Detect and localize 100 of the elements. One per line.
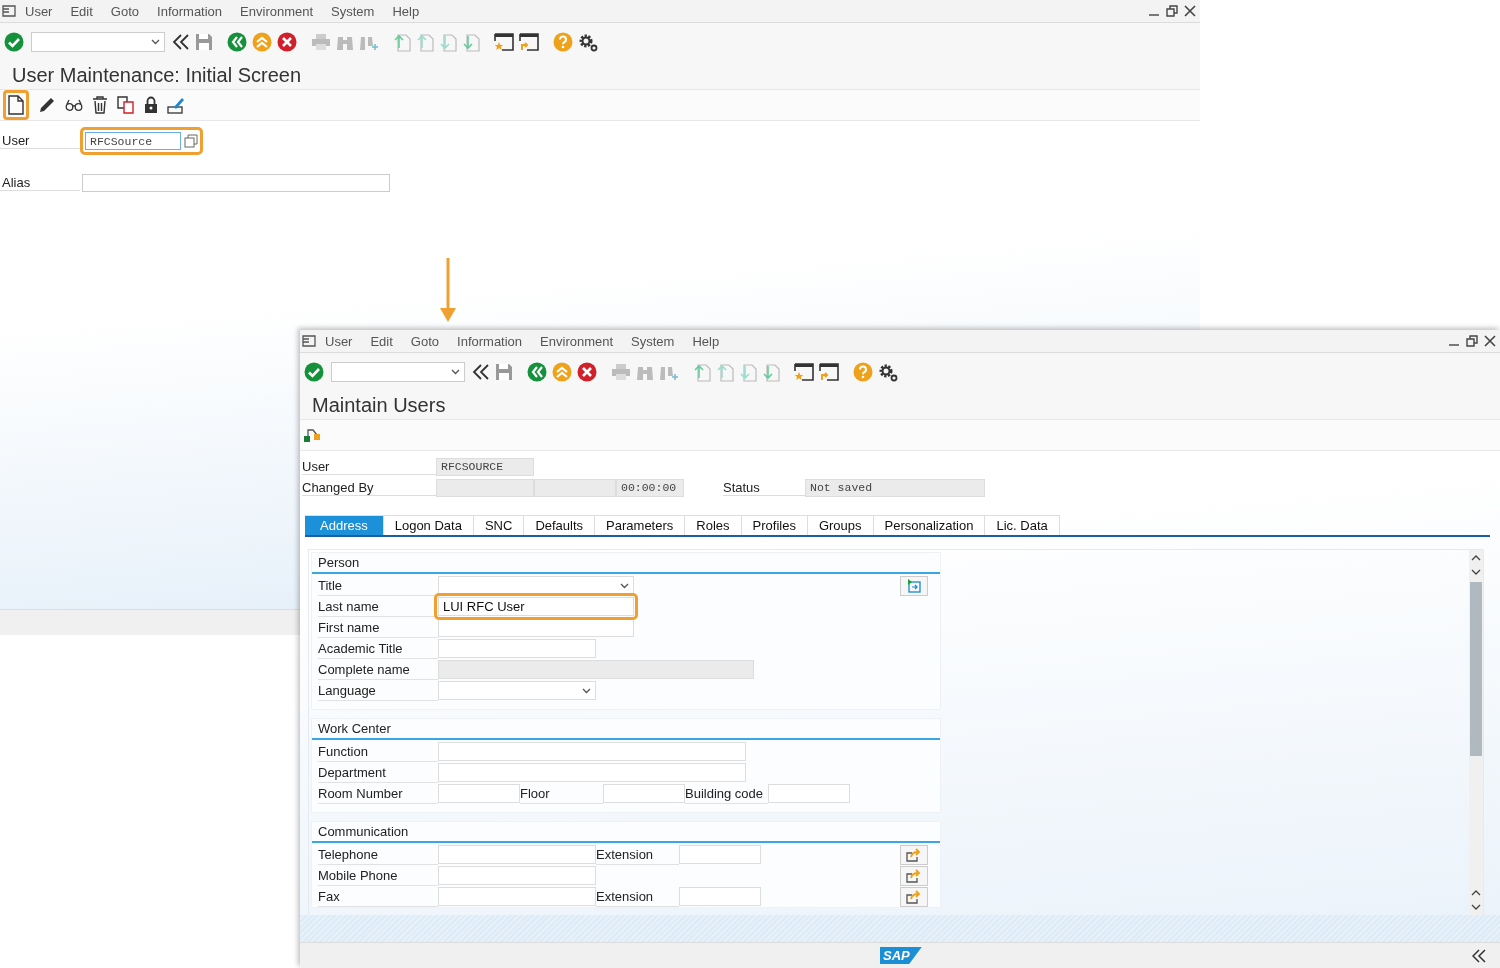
chevron-up-icon[interactable] <box>1471 889 1481 897</box>
menu-item[interactable]: Environment <box>531 333 623 349</box>
printer-icon[interactable] <box>611 363 631 381</box>
menu-item[interactable]: User <box>316 333 362 349</box>
command-field[interactable] <box>31 32 165 52</box>
chevron-down-icon <box>151 39 160 45</box>
close-icon[interactable] <box>1184 5 1196 17</box>
double-chevron-left-icon[interactable] <box>172 33 190 51</box>
hierarchy-icon[interactable] <box>303 427 321 443</box>
tab[interactable]: Logon Data <box>383 515 474 535</box>
menu-item[interactable]: Goto <box>101 3 149 19</box>
tab[interactable]: Defaults <box>524 515 596 535</box>
input-field[interactable] <box>438 784 520 803</box>
restore-icon[interactable] <box>1466 335 1478 347</box>
tab[interactable]: Roles <box>685 515 742 535</box>
menu-item[interactable]: Help <box>683 333 729 349</box>
input-field[interactable] <box>438 763 746 782</box>
menu-item[interactable]: Information <box>448 333 532 349</box>
input-field[interactable] <box>679 845 761 864</box>
input-field[interactable]: RFCSource <box>85 132 181 150</box>
menu-item[interactable]: Edit <box>61 3 102 19</box>
field-label: User <box>0 133 80 149</box>
pencil-icon[interactable] <box>38 96 56 114</box>
menu-item[interactable]: Edit <box>361 333 402 349</box>
page-down-icon[interactable] <box>762 362 780 382</box>
document-icon <box>8 95 24 115</box>
close-icon[interactable] <box>1484 335 1496 347</box>
input-field[interactable] <box>82 174 390 192</box>
page-up-icon[interactable] <box>693 362 711 382</box>
settings-icon[interactable] <box>878 362 898 382</box>
transfer-button[interactable] <box>900 575 928 596</box>
menu-item[interactable]: System <box>622 333 684 349</box>
tab[interactable]: SNC <box>473 515 525 535</box>
scrollbar-thumb[interactable] <box>1470 582 1482 756</box>
dropdown-field[interactable] <box>438 681 596 700</box>
menu-item[interactable]: System <box>322 3 384 19</box>
logo: SAP <box>880 947 922 964</box>
input-field[interactable]: LUI RFC User <box>438 597 634 616</box>
restore-icon[interactable] <box>1166 5 1178 17</box>
send-button[interactable] <box>900 865 928 886</box>
tab[interactable]: Parameters <box>595 515 686 535</box>
output-field: RFCSOURCE <box>436 457 534 476</box>
field-label: Alias <box>0 175 80 191</box>
menu-icon[interactable] <box>2 5 16 17</box>
send-button[interactable] <box>900 844 928 865</box>
search-help-icon[interactable] <box>184 134 198 148</box>
save-icon[interactable] <box>195 33 213 51</box>
input-field[interactable] <box>679 887 761 906</box>
screen-title: Maintain Users <box>300 391 1500 420</box>
tab[interactable]: Groups <box>807 515 874 535</box>
menu-icon[interactable] <box>302 335 316 347</box>
chevron-down-icon[interactable] <box>1471 903 1481 911</box>
chevron-up-icon[interactable] <box>1471 554 1481 562</box>
input-field[interactable] <box>438 887 596 906</box>
cancel-icon[interactable] <box>277 32 297 52</box>
save-icon[interactable] <box>495 363 513 381</box>
double-chevron-left-icon[interactable] <box>472 363 490 381</box>
input-field[interactable] <box>438 742 746 761</box>
scrollbar[interactable] <box>1469 550 1483 915</box>
tab[interactable]: Personalization <box>873 515 986 535</box>
output-field: Not saved <box>805 478 985 497</box>
lock-icon[interactable] <box>144 96 158 114</box>
edit-icon[interactable] <box>167 96 185 114</box>
cancel-icon[interactable] <box>577 362 597 382</box>
page-up-icon[interactable] <box>393 32 411 52</box>
menu-item[interactable]: Help <box>383 3 429 19</box>
back-icon[interactable] <box>227 32 247 52</box>
window-arrow-icon[interactable] <box>519 32 539 52</box>
send-button[interactable] <box>900 886 928 907</box>
confirm-icon[interactable] <box>304 362 324 382</box>
tab[interactable]: Lic. Data <box>985 515 1060 535</box>
back-icon[interactable] <box>527 362 547 382</box>
window-star-icon[interactable] <box>794 362 814 382</box>
window-arrow-icon[interactable] <box>819 362 839 382</box>
input-field[interactable] <box>438 639 596 658</box>
menu-item[interactable]: Environment <box>231 3 323 19</box>
command-field[interactable] <box>331 362 465 382</box>
page-down-icon[interactable] <box>462 32 480 52</box>
exit-icon[interactable] <box>552 362 572 382</box>
menu-item[interactable]: Goto <box>401 333 449 349</box>
input-field[interactable] <box>768 784 850 803</box>
help-icon[interactable] <box>853 362 873 382</box>
printer-icon[interactable] <box>311 33 331 51</box>
settings-icon[interactable] <box>578 32 598 52</box>
help-icon[interactable] <box>553 32 573 52</box>
double-chevron-left-icon[interactable] <box>1472 949 1486 963</box>
chevron-down-icon[interactable] <box>1471 568 1481 576</box>
confirm-icon[interactable] <box>4 32 24 52</box>
input-field[interactable] <box>438 866 596 885</box>
section-title: Communication <box>312 822 940 843</box>
trash-icon[interactable] <box>92 96 108 114</box>
input-field[interactable] <box>603 784 685 803</box>
menu-item[interactable]: Information <box>148 3 232 19</box>
exit-icon[interactable] <box>252 32 272 52</box>
window-star-icon[interactable] <box>494 32 514 52</box>
menu-item[interactable]: User <box>16 3 62 19</box>
copy-icon[interactable] <box>117 96 135 114</box>
tab[interactable]: Profiles <box>741 515 808 535</box>
input-field[interactable] <box>438 845 596 864</box>
glasses-icon[interactable] <box>65 99 83 111</box>
